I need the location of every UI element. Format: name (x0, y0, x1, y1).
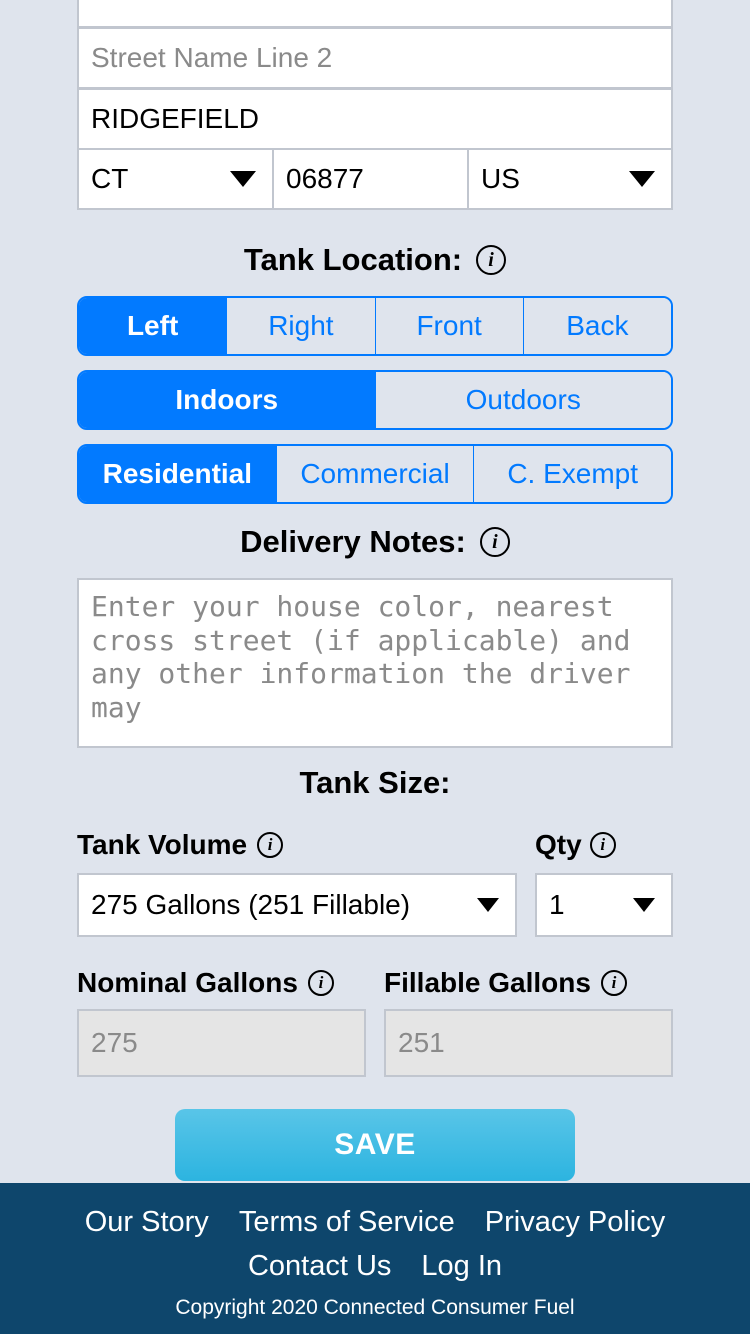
chevron-down-icon (230, 171, 256, 187)
country-select[interactable]: US (467, 148, 673, 210)
zip-input[interactable] (272, 148, 469, 210)
seg-residential[interactable]: Residential (79, 446, 277, 502)
tank-location-heading: Tank Location: (244, 242, 462, 278)
delivery-notes-heading: Delivery Notes: (240, 524, 466, 560)
chevron-down-icon (477, 898, 499, 912)
seg-indoors[interactable]: Indoors (79, 372, 376, 428)
tank-type-segment: Residential Commercial C. Exempt (77, 444, 673, 504)
footer-link-tos[interactable]: Terms of Service (239, 1201, 455, 1245)
seg-left[interactable]: Left (79, 298, 227, 354)
nominal-gallons-label: Nominal Gallons (77, 967, 298, 999)
info-icon[interactable] (480, 527, 510, 557)
tank-volume-value: 275 Gallons (251 Fillable) (91, 889, 410, 921)
chevron-down-icon (629, 171, 655, 187)
footer: Our Story Terms of Service Privacy Polic… (0, 1183, 750, 1334)
tank-volume-select[interactable]: 275 Gallons (251 Fillable) (77, 873, 517, 937)
country-value: US (481, 163, 520, 195)
qty-select[interactable]: 1 (535, 873, 673, 937)
tank-size-heading: Tank Size: (77, 765, 673, 801)
street-line-1-input[interactable] (77, 0, 673, 28)
fillable-gallons-label: Fillable Gallons (384, 967, 591, 999)
info-icon[interactable] (601, 970, 627, 996)
footer-link-contact[interactable]: Contact Us (248, 1245, 391, 1289)
info-icon[interactable] (476, 245, 506, 275)
footer-link-privacy[interactable]: Privacy Policy (485, 1201, 666, 1245)
state-value: CT (91, 163, 128, 195)
qty-label: Qty (535, 829, 582, 861)
info-icon[interactable] (257, 832, 283, 858)
seg-right[interactable]: Right (227, 298, 375, 354)
street-line-2-input[interactable] (77, 27, 673, 89)
qty-value: 1 (549, 889, 565, 921)
nominal-gallons-field: 275 (77, 1009, 366, 1077)
delivery-notes-textarea[interactable] (77, 578, 673, 748)
state-select[interactable]: CT (77, 148, 274, 210)
fillable-gallons-field: 251 (384, 1009, 673, 1077)
copyright-text: Copyright 2020 Connected Consumer Fuel (10, 1296, 740, 1320)
chevron-down-icon (633, 898, 655, 912)
footer-link-login[interactable]: Log In (421, 1245, 502, 1289)
seg-back[interactable]: Back (524, 298, 671, 354)
save-button[interactable]: SAVE (175, 1109, 575, 1181)
seg-front[interactable]: Front (376, 298, 524, 354)
seg-outdoors[interactable]: Outdoors (376, 372, 672, 428)
info-icon[interactable] (308, 970, 334, 996)
info-icon[interactable] (590, 832, 616, 858)
footer-link-our-story[interactable]: Our Story (85, 1201, 209, 1245)
seg-commercial[interactable]: Commercial (277, 446, 475, 502)
tank-volume-label: Tank Volume (77, 829, 247, 861)
seg-cexempt[interactable]: C. Exempt (474, 446, 671, 502)
tank-indoor-segment: Indoors Outdoors (77, 370, 673, 430)
tank-position-segment: Left Right Front Back (77, 296, 673, 356)
city-input[interactable] (77, 88, 673, 150)
